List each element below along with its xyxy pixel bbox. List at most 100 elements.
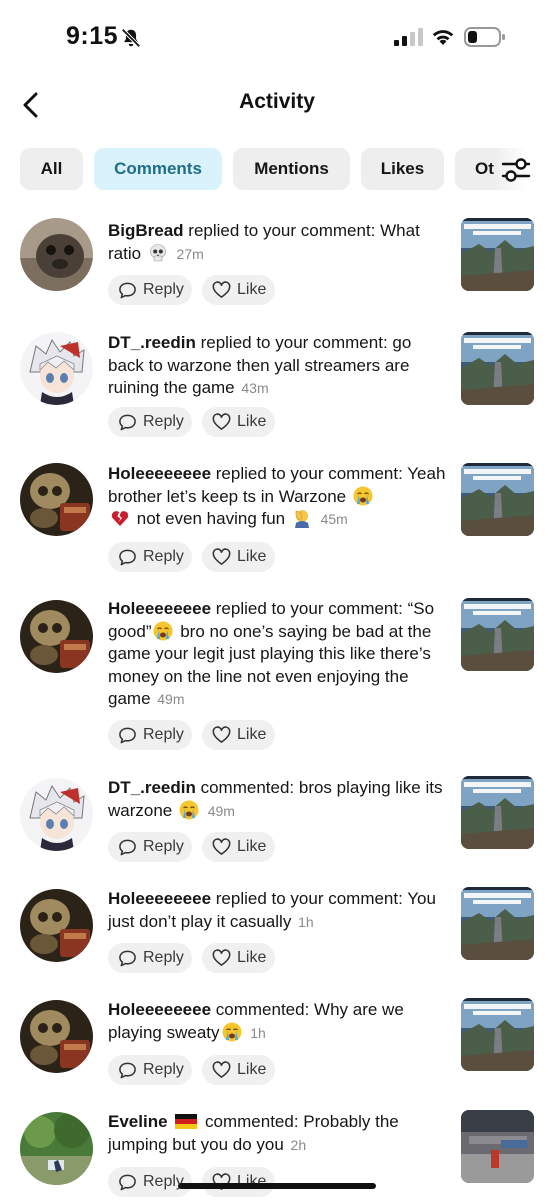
like-button[interactable]: Like — [202, 407, 275, 437]
username[interactable]: BigBread — [108, 221, 184, 240]
avatar[interactable] — [20, 778, 93, 851]
username[interactable]: Holeeeeeeee — [108, 599, 211, 618]
tab-mentions[interactable]: Mentions — [233, 148, 350, 190]
header: Activity — [0, 80, 554, 130]
video-thumbnail[interactable] — [461, 598, 534, 671]
bell-off-icon — [121, 28, 141, 48]
action-text: replied to your comment: — [183, 221, 381, 240]
tab-comments[interactable]: Comments — [94, 148, 222, 190]
activity-text: Eveline commented: Probably the jumping … — [108, 1111, 448, 1156]
like-label: Like — [237, 281, 267, 298]
sliders-icon[interactable] — [500, 155, 532, 185]
germany-flag-icon — [175, 1114, 198, 1129]
like-label: Like — [237, 548, 267, 565]
reply-icon — [118, 281, 137, 300]
reply-icon — [118, 838, 137, 857]
heart-icon — [212, 838, 231, 857]
reply-button[interactable]: Reply — [108, 1055, 192, 1085]
heart-icon — [212, 726, 231, 745]
action-text: commented: — [211, 1000, 315, 1019]
heart-icon — [212, 281, 231, 300]
username[interactable]: Holeeeeeeee — [108, 889, 211, 908]
avatar[interactable] — [20, 889, 93, 962]
like-button[interactable]: Like — [202, 943, 275, 973]
username[interactable]: DT_.reedin — [108, 333, 196, 352]
like-label: Like — [237, 1061, 267, 1078]
reply-label: Reply — [143, 281, 184, 298]
reply-label: Reply — [143, 548, 184, 565]
like-button[interactable]: Like — [202, 720, 275, 750]
action-text: replied to your comment: — [211, 599, 408, 618]
reply-label: Reply — [143, 726, 184, 743]
reply-icon — [118, 548, 137, 567]
video-thumbnail[interactable] — [461, 1110, 534, 1183]
like-button[interactable]: Like — [202, 542, 275, 572]
avatar[interactable] — [20, 1000, 93, 1073]
action-text: commented: — [205, 1112, 304, 1131]
tab-likes[interactable]: Likes — [361, 148, 444, 190]
like-label: Like — [237, 949, 267, 966]
reply-button[interactable]: Reply — [108, 832, 192, 862]
action-text: replied to your comment: — [211, 889, 408, 908]
activity-text: BigBread replied to your comment: What r… — [108, 220, 448, 265]
home-indicator[interactable] — [178, 1183, 376, 1189]
heart-icon — [212, 548, 231, 567]
activity-text: DT_.reedin replied to your comment: go b… — [108, 332, 448, 400]
reply-button[interactable]: Reply — [108, 1167, 192, 1197]
timestamp: 27m — [176, 245, 204, 262]
timestamp: 45m — [320, 511, 348, 527]
facepalm-icon — [292, 508, 312, 528]
activity-text: Holeeeeeeee commented: Why are we playin… — [108, 999, 448, 1044]
reply-icon — [118, 726, 137, 745]
username[interactable]: Eveline — [108, 1112, 168, 1131]
like-button[interactable]: Like — [202, 1055, 275, 1085]
avatar[interactable] — [20, 463, 93, 536]
timestamp: 49m — [207, 802, 235, 819]
tab-all[interactable]: All — [20, 148, 83, 190]
heart-icon — [212, 413, 231, 432]
timestamp: 49m — [157, 691, 185, 707]
action-text: replied to your comment: — [211, 464, 408, 483]
video-thumbnail[interactable] — [461, 332, 534, 405]
activity-text: DT_.reedin commented: bros playing like … — [108, 777, 448, 822]
video-thumbnail[interactable] — [461, 218, 534, 291]
reply-label: Reply — [143, 413, 184, 430]
video-thumbnail[interactable] — [461, 463, 534, 536]
page-title: Activity — [239, 90, 315, 113]
timestamp: 1h — [250, 1024, 266, 1041]
reply-button[interactable]: Reply — [108, 720, 192, 750]
timestamp: 43m — [241, 380, 269, 396]
timestamp: 2h — [290, 1136, 307, 1153]
status-bar: 9:15 — [0, 0, 554, 78]
video-thumbnail[interactable] — [461, 776, 534, 849]
reply-label: Reply — [143, 1061, 184, 1078]
avatar[interactable] — [20, 218, 93, 291]
reply-button[interactable]: Reply — [108, 943, 192, 973]
video-thumbnail[interactable] — [461, 998, 534, 1071]
reply-button[interactable]: Reply — [108, 542, 192, 572]
video-thumbnail[interactable] — [461, 887, 534, 960]
crying-face-icon — [222, 1022, 242, 1042]
action-text: commented: — [195, 778, 299, 797]
reply-button[interactable]: Reply — [108, 407, 192, 437]
like-label: Like — [237, 838, 267, 855]
crying-face-icon — [179, 800, 199, 820]
avatar[interactable] — [20, 332, 93, 405]
avatar[interactable] — [20, 600, 93, 673]
activity-text: Holeeeeeeee replied to your comment: You… — [108, 888, 448, 933]
username[interactable]: Holeeeeeeee — [108, 1000, 211, 1019]
comment-text-after: not even having fun — [136, 509, 286, 528]
reply-label: Reply — [143, 838, 184, 855]
crying-face-icon — [353, 486, 373, 506]
like-button[interactable]: Like — [202, 275, 275, 305]
reply-label: Reply — [143, 1173, 184, 1190]
like-button[interactable]: Like — [202, 832, 275, 862]
like-label: Like — [237, 726, 267, 743]
signal-icon — [394, 28, 423, 46]
like-button[interactable]: Like — [202, 1167, 275, 1197]
reply-button[interactable]: Reply — [108, 275, 192, 305]
avatar[interactable] — [20, 1112, 93, 1185]
username[interactable]: Holeeeeeeee — [108, 464, 211, 483]
reply-icon — [118, 1061, 137, 1080]
username[interactable]: DT_.reedin — [108, 778, 196, 797]
